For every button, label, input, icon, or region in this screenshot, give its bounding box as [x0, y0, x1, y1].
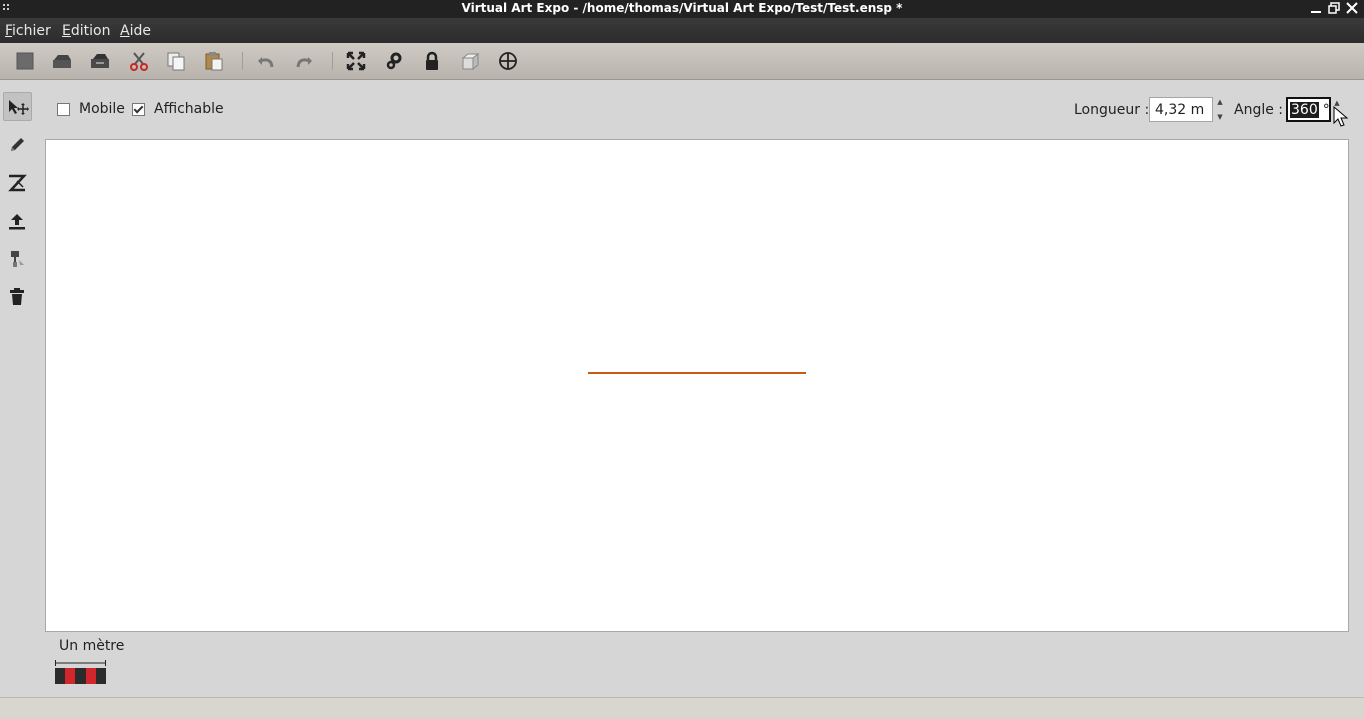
affichable-option[interactable]: Affichable — [132, 101, 224, 117]
title-bar: Virtual Art Expo - /home/thomas/Virtual … — [0, 0, 1364, 18]
select-move-icon[interactable] — [3, 92, 32, 121]
menu-aide[interactable]: Aide — [120, 23, 151, 39]
restore-icon[interactable] — [1328, 2, 1340, 14]
lock-icon[interactable] — [421, 50, 443, 72]
menu-fichier[interactable]: Fichier — [5, 23, 51, 39]
angle-value[interactable]: 360 — [1290, 101, 1319, 118]
minimize-icon[interactable] — [1310, 2, 1322, 14]
affichable-label: Affichable — [154, 101, 224, 117]
save-icon[interactable] — [89, 50, 111, 72]
3d-view-icon[interactable] — [459, 50, 481, 72]
toolbar — [0, 43, 1364, 80]
length-input[interactable] — [1150, 101, 1212, 118]
paint-icon[interactable] — [3, 245, 31, 273]
fullscreen-icon[interactable] — [345, 50, 367, 72]
settings-icon[interactable] — [383, 50, 405, 72]
floor-plan-canvas[interactable] — [45, 139, 1349, 632]
affichable-checkbox[interactable] — [132, 102, 145, 116]
new-icon[interactable] — [14, 50, 36, 72]
angle-unit: ° — [1322, 101, 1330, 118]
scale-label: Un mètre — [59, 638, 125, 654]
undo-icon[interactable] — [255, 50, 277, 72]
mobile-checkbox[interactable] — [57, 102, 70, 116]
trash-icon[interactable] — [3, 283, 31, 311]
open-icon[interactable] — [51, 50, 73, 72]
scale-bar — [55, 668, 107, 684]
pencil-icon[interactable] — [3, 131, 31, 159]
cut-icon[interactable] — [128, 50, 150, 72]
menu-edition[interactable]: Edition — [62, 23, 110, 39]
menu-bar: Fichier Edition Aide — [0, 18, 1364, 43]
angle-spinbox[interactable]: 360 ° ▲▼ — [1286, 97, 1340, 122]
redo-icon[interactable] — [293, 50, 315, 72]
paste-icon[interactable] — [203, 50, 225, 72]
length-spin-arrows[interactable]: ▲ ▼ — [1214, 98, 1226, 121]
mobile-label: Mobile — [79, 101, 125, 117]
target-icon[interactable] — [497, 50, 519, 72]
mobile-option[interactable]: Mobile — [57, 101, 125, 117]
window-title: Virtual Art Expo - /home/thomas/Virtual … — [461, 1, 903, 15]
length-spinbox[interactable]: ▲▼ — [1149, 97, 1223, 122]
wall-tool-icon[interactable] — [3, 169, 31, 197]
mouse-cursor-icon — [1333, 106, 1349, 127]
angle-label: Angle : — [1234, 102, 1284, 118]
copy-icon[interactable] — [165, 50, 187, 72]
length-label: Longueur : — [1074, 102, 1150, 118]
close-icon[interactable] — [1346, 2, 1358, 14]
scale-ruler-icon — [55, 660, 106, 666]
status-bar — [0, 697, 1364, 719]
wall-segment[interactable] — [588, 372, 806, 374]
upload-icon[interactable] — [3, 207, 31, 235]
